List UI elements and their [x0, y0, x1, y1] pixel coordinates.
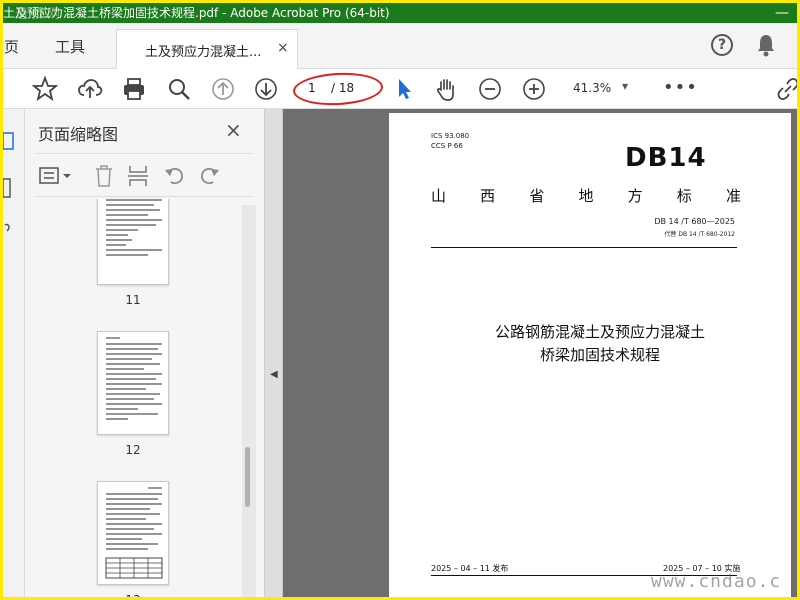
thumbnail-list: 11 12 [25, 199, 251, 597]
panel-title: 页面缩略图 [38, 125, 119, 144]
close-tab-button[interactable]: × [277, 40, 289, 56]
title-bar: 土及预应力混凝土桥梁加固技术规程.pdf - Adobe Acrobat Pro… [3, 3, 797, 23]
toolbar: 1 / 18 41.3% ▼ ••• [3, 69, 797, 109]
page-thumbnail[interactable] [97, 481, 169, 585]
page-thumbnails-icon[interactable] [3, 131, 17, 153]
classification-codes: ICS 93.080 CCS P 66 [431, 131, 469, 151]
zoom-value: 41.3% [573, 81, 612, 95]
red-highlight-ellipse [292, 70, 384, 108]
close-panel-button[interactable]: × [225, 118, 242, 142]
standard-code: DB 14 /T 680—2025 [654, 217, 735, 226]
thumbnail-page-number: 11 [125, 293, 141, 307]
options-menu-icon[interactable] [39, 166, 73, 186]
select-cursor-icon[interactable] [391, 76, 417, 102]
page-thumbnails-panel: 页面缩略图 × 11 12 [25, 109, 265, 597]
document-viewport: ◀ ICS 93.080 CCS P 66 DB14 山 西 省 地 方 标 准… [265, 109, 797, 597]
hand-tool-icon[interactable] [433, 76, 459, 102]
previous-page-icon[interactable] [210, 76, 236, 102]
cloud-upload-icon[interactable] [77, 76, 103, 102]
title-line-1: 公路钢筋混凝土及预应力混凝土 [494, 323, 705, 341]
next-page-icon[interactable] [253, 76, 279, 102]
document-tab-label: 土及预应力混凝土... [145, 45, 262, 60]
bookmark-icon[interactable] [3, 177, 17, 199]
more-tools-icon[interactable]: ••• [663, 77, 698, 98]
attachment-icon[interactable] [3, 219, 17, 241]
replaced-standard: 代替 DB 14 /T 680-2012 [664, 231, 735, 238]
thumbnail-scrollbar[interactable] [242, 205, 256, 597]
standard-char: 山 [431, 187, 447, 205]
tab-row: 主页 工具 土及预应力混凝土... × ? [3, 23, 797, 70]
thumbnail-preview [106, 337, 162, 420]
panel-toolbar [35, 153, 253, 197]
link-icon[interactable] [775, 76, 797, 102]
thumbnail-page-number: 12 [125, 443, 141, 457]
chevron-left-icon: ◀ [270, 369, 278, 380]
chevron-down-icon: ▼ [622, 82, 629, 91]
standard-char: 方 [627, 187, 643, 205]
tab-document[interactable]: 土及预应力混凝土... × [116, 29, 298, 70]
ccs-code: CCS P 66 [431, 142, 463, 150]
ics-code: ICS 93.080 [431, 132, 470, 140]
zoom-in-icon[interactable] [521, 76, 547, 102]
collapse-panel-handle[interactable]: ◀ [265, 109, 283, 597]
rotate-clockwise-icon[interactable] [197, 164, 221, 188]
thumbnail-page-number: 13 [25, 593, 241, 597]
tab-home[interactable]: 主页 [3, 36, 19, 57]
db-mark: DB14 [625, 143, 707, 173]
left-navigation-rail [3, 109, 25, 597]
standard-char: 省 [529, 187, 545, 205]
standard-char: 西 [480, 187, 496, 205]
minimize-button[interactable]: — [775, 3, 789, 23]
acrobat-window: 土及预应力混凝土桥梁加固技术规程.pdf - Adobe Acrobat Pro… [3, 3, 797, 597]
document-title: 公路钢筋混凝土及预应力混凝土 桥梁加固技术规程 [389, 321, 797, 367]
star-icon[interactable] [32, 76, 58, 102]
issue-date: 2025 – 04 – 11 发布 [431, 564, 509, 573]
help-icon[interactable]: ? [711, 34, 733, 56]
standard-char: 地 [578, 187, 594, 205]
tab-tools[interactable]: 工具 [55, 36, 85, 57]
rotate-counterclockwise-icon[interactable] [163, 164, 187, 188]
trash-icon[interactable] [93, 164, 115, 188]
page-thumbnail[interactable] [97, 331, 169, 435]
zoom-search-icon[interactable] [166, 76, 192, 102]
thumbnail-preview [105, 487, 163, 579]
zoom-dropdown[interactable]: 41.3% ▼ [565, 78, 635, 100]
header-rule [431, 247, 737, 248]
thumbnail-preview [106, 199, 162, 256]
bell-icon[interactable] [755, 33, 777, 57]
site-watermark: www.cndao.c [651, 571, 782, 592]
scrollbar-thumb[interactable] [245, 447, 250, 507]
watermark-logo: 道桥网 [15, 7, 64, 22]
standard-char: 准 [725, 187, 741, 205]
extract-page-icon[interactable] [127, 164, 149, 188]
standard-char: 标 [676, 187, 692, 205]
pdf-page: ICS 93.080 CCS P 66 DB14 山 西 省 地 方 标 准 D… [389, 113, 791, 597]
standard-type: 山 西 省 地 方 标 准 [431, 185, 741, 206]
title-line-2: 桥梁加固技术规程 [539, 346, 660, 364]
print-icon[interactable] [121, 76, 147, 102]
page-thumbnail[interactable] [97, 199, 169, 285]
zoom-out-icon[interactable] [477, 76, 503, 102]
